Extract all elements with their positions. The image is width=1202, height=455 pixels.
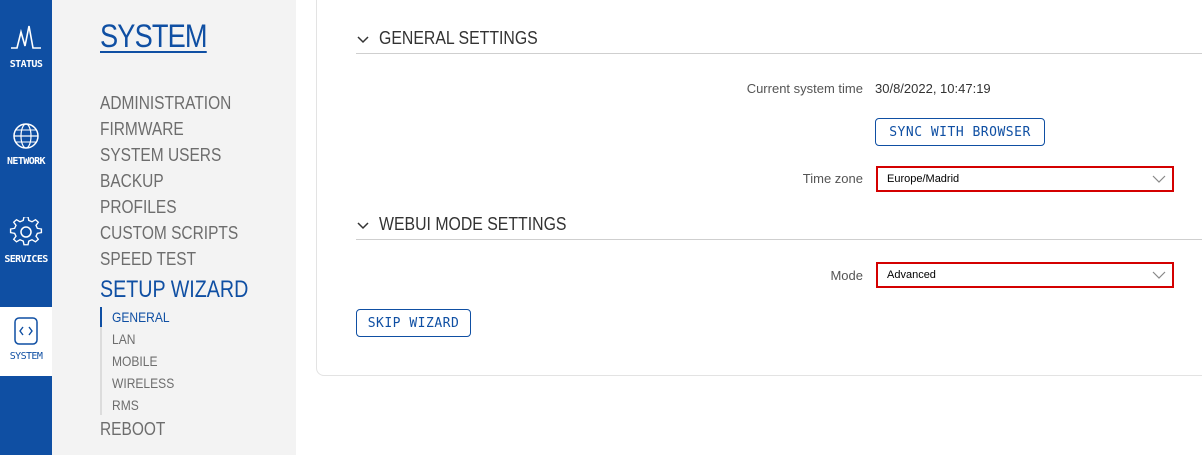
submenu-item-mobile[interactable]: MOBILE <box>112 353 157 369</box>
skip-wizard-button[interactable]: SKIP WIZARD <box>356 309 471 337</box>
submenu-item-lan[interactable]: LAN <box>112 331 135 347</box>
submenu-item-wireless[interactable]: WIRELESS <box>112 375 174 391</box>
nav-network[interactable]: NETWORK <box>0 110 52 208</box>
current-time-value: 30/8/2022, 10:47:19 <box>875 81 991 96</box>
code-brackets-icon <box>14 317 38 345</box>
menu-item-backup[interactable]: BACKUP <box>100 171 164 192</box>
submenu-active-marker <box>100 307 102 327</box>
globe-icon <box>13 123 39 149</box>
submenu-item-general[interactable]: GENERAL <box>112 309 170 325</box>
menu-item-firmware[interactable]: FIRMWARE <box>100 119 184 140</box>
menu-item-reboot[interactable]: REBOOT <box>100 419 165 440</box>
timezone-select[interactable]: Europe/Madrid <box>876 166 1174 192</box>
menu-item-speed-test[interactable]: SPEED TEST <box>100 249 196 270</box>
timezone-select-value: Europe/Madrid <box>887 173 960 185</box>
nav-system-label: SYSTEM <box>9 351 43 362</box>
sync-with-browser-button[interactable]: SYNC WITH BROWSER <box>875 118 1045 146</box>
mode-select[interactable]: Advanced <box>876 262 1174 288</box>
general-settings-title: GENERAL SETTINGS <box>379 28 538 48</box>
submenu-item-rms[interactable]: RMS <box>112 397 139 413</box>
nav-rail-filler <box>0 376 52 455</box>
chevron-down-icon <box>1152 175 1166 183</box>
nav-services[interactable]: SERVICES <box>0 208 52 307</box>
chevron-down-icon <box>1152 271 1166 279</box>
menu-title[interactable]: SYSTEM <box>100 18 208 55</box>
nav-status-label: STATUS <box>9 59 43 70</box>
current-time-label: Current system time <box>746 81 863 96</box>
menu-item-setup-wizard[interactable]: SETUP WIZARD <box>100 276 248 304</box>
general-settings-header[interactable]: GENERAL SETTINGS <box>356 28 1202 54</box>
nav-rail: STATUS NETWORK SERVICES SYSTEM <box>0 0 52 455</box>
menu-item-administration[interactable]: ADMINISTRATION <box>100 93 231 114</box>
webui-mode-settings-header[interactable]: WEBUI MODE SETTINGS <box>356 214 1202 240</box>
menu-item-profiles[interactable]: PROFILES <box>100 197 177 218</box>
chevron-down-icon <box>357 36 369 44</box>
system-menu: SYSTEM ADMINISTRATION FIRMWARE SYSTEM US… <box>52 0 296 455</box>
webui-mode-settings-title: WEBUI MODE SETTINGS <box>379 214 567 234</box>
menu-item-system-users[interactable]: SYSTEM USERS <box>100 145 221 166</box>
nav-system[interactable]: SYSTEM <box>0 307 52 376</box>
nav-status[interactable]: STATUS <box>0 0 52 110</box>
nav-services-label: SERVICES <box>4 254 48 265</box>
nav-network-label: NETWORK <box>7 156 46 167</box>
status-pulse-icon <box>11 25 41 49</box>
chevron-down-icon <box>357 222 369 230</box>
menu-item-custom-scripts[interactable]: CUSTOM SCRIPTS <box>100 223 238 244</box>
timezone-label: Time zone <box>802 171 863 186</box>
mode-label: Mode <box>830 268 863 283</box>
mode-select-value: Advanced <box>887 269 936 281</box>
gear-icon <box>9 217 43 246</box>
